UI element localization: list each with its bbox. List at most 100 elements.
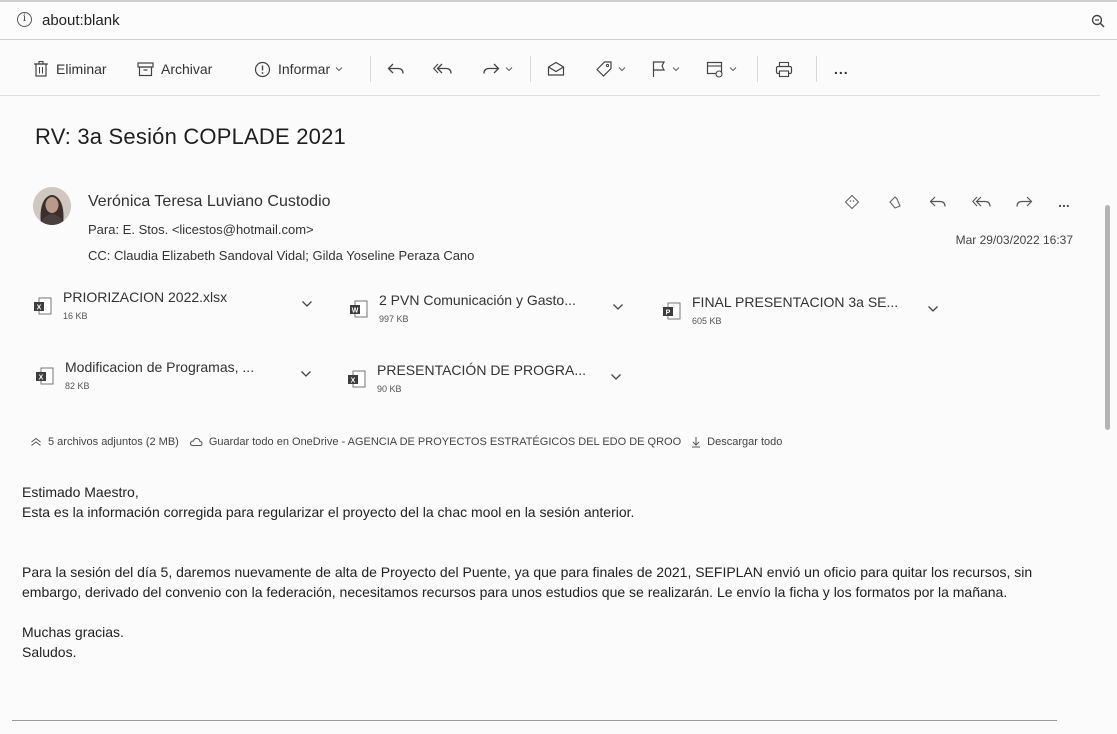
collapse-attachments-button[interactable]: 5 archivos adjuntos (2 MB) <box>30 436 179 448</box>
chevron-down-icon <box>505 67 513 72</box>
sticker-icon <box>844 194 860 210</box>
forward-icon <box>1016 196 1033 207</box>
download-icon <box>692 437 701 448</box>
toolbar-separator <box>816 56 817 82</box>
reply-all-button[interactable] <box>970 190 994 214</box>
body-paragraph: Para la sesión del día 5, daremos nuevam… <box>22 564 1033 600</box>
archive-label: Archivar <box>161 61 213 77</box>
reply-icon <box>929 196 946 207</box>
rules-button[interactable] <box>706 56 738 82</box>
zoom-icon[interactable] <box>1091 14 1105 28</box>
flag-button[interactable] <box>651 56 681 82</box>
svg-text:P: P <box>666 310 671 317</box>
attachment-name: PRESENTACIÓN DE PROGRA... <box>377 362 586 378</box>
flag-icon <box>652 61 665 77</box>
info-icon[interactable]: i <box>17 12 32 27</box>
envelope-open-icon <box>547 61 565 76</box>
svg-text:W: W <box>352 308 359 315</box>
like-button[interactable] <box>884 190 908 214</box>
toolbar-separator <box>530 56 531 82</box>
trash-icon <box>34 60 48 77</box>
save-to-onedrive-button[interactable]: Guardar todo en OneDrive - AGENCIA DE PR… <box>189 436 681 448</box>
printer-icon <box>775 61 793 77</box>
attachments-count: 5 archivos adjuntos (2 MB) <box>48 436 179 448</box>
word-file-icon: W <box>350 300 368 318</box>
toolbar-separator <box>370 56 371 82</box>
report-label: Informar <box>278 61 331 77</box>
sent-date: Mar 29/03/2022 16:37 <box>955 233 1073 247</box>
scrollbar-thumb[interactable] <box>1105 205 1110 430</box>
mark-read-button[interactable] <box>547 56 565 82</box>
svg-text:X: X <box>39 375 44 382</box>
tag-icon <box>596 61 612 77</box>
chevron-down-icon[interactable] <box>610 372 622 382</box>
attachment-item[interactable]: W 2 PVN Comunicación y Gasto... 997 KB <box>349 292 644 338</box>
attachment-name: PRIORIZACION 2022.xlsx <box>63 289 228 305</box>
attachment-size: 997 KB <box>379 314 409 324</box>
archive-icon <box>137 62 154 77</box>
body-spacer <box>22 602 1072 622</box>
chevron-up-icon <box>31 437 41 446</box>
download-all-button[interactable]: Descargar todo <box>691 436 782 448</box>
sender-name[interactable]: Verónica Teresa Luviano Custodio <box>88 193 331 211</box>
svg-text:X: X <box>351 378 356 385</box>
forward-button[interactable] <box>1012 190 1036 214</box>
attachment-item[interactable]: X Modificacion de Programas, ... 82 KB <box>35 359 320 405</box>
chevron-down-icon[interactable] <box>612 302 624 312</box>
body-closing: Saludos. <box>22 644 77 660</box>
url-text[interactable]: about:blank <box>42 12 120 29</box>
chevron-down-icon[interactable] <box>301 299 313 309</box>
excel-file-icon: X <box>348 370 366 388</box>
immersive-reader-button[interactable] <box>840 190 864 214</box>
avatar[interactable] <box>33 187 71 225</box>
forward-button[interactable] <box>482 56 514 82</box>
reply-all-button[interactable] <box>433 56 453 82</box>
more-actions-button[interactable]: ... <box>834 56 849 82</box>
message-toolbar: Eliminar Archivar Informar ... <box>0 44 1100 96</box>
attachment-item[interactable]: X PRIORIZACION 2022.xlsx 16 KB <box>33 289 328 335</box>
archive-button[interactable]: Archivar <box>137 56 212 82</box>
powerpoint-file-icon: P <box>663 302 681 320</box>
chevron-down-icon <box>335 67 343 72</box>
attachment-item[interactable]: X PRESENTACIÓN DE PROGRA... 90 KB <box>347 362 637 408</box>
attachment-size: 16 KB <box>63 311 88 321</box>
report-button[interactable]: Informar <box>254 56 344 82</box>
attachments-summary: 5 archivos adjuntos (2 MB) Guardar todo … <box>30 436 792 448</box>
svg-text:X: X <box>37 305 42 312</box>
print-button[interactable] <box>775 56 793 82</box>
thumbs-up-icon <box>889 196 901 209</box>
body-spacer <box>22 522 1072 562</box>
chevron-down-icon[interactable] <box>927 304 939 314</box>
excel-file-icon: X <box>34 297 52 315</box>
reply-button[interactable] <box>387 56 405 82</box>
attachment-size: 605 KB <box>692 316 722 326</box>
save-to-onedrive-label: Guardar todo en OneDrive - AGENCIA DE PR… <box>208 436 682 448</box>
attachment-size: 90 KB <box>377 384 402 394</box>
more-options-button[interactable]: ... <box>1052 190 1076 214</box>
chevron-down-icon <box>729 67 737 72</box>
recipient-cc[interactable]: CC: Claudia Elizabeth Sandoval Vidal; Gi… <box>88 248 474 263</box>
attachment-name: Modificacion de Programas, ... <box>65 359 255 375</box>
recipient-to[interactable]: Para: E. Stos. <licestos@hotmail.com> <box>88 222 314 237</box>
reply-icon <box>387 63 404 74</box>
rules-icon <box>706 61 723 78</box>
delete-label: Eliminar <box>56 61 107 77</box>
email-body: Estimado Maestro, Esta es la información… <box>22 482 1072 662</box>
reply-button[interactable] <box>926 190 950 214</box>
categorize-button[interactable] <box>595 56 627 82</box>
toolbar-separator <box>757 56 758 82</box>
chevron-down-icon[interactable] <box>300 369 312 379</box>
chevron-down-icon <box>618 67 626 72</box>
delete-button[interactable]: Eliminar <box>33 56 107 82</box>
reply-all-icon <box>972 196 991 207</box>
body-closing: Muchas gracias. <box>22 624 124 640</box>
attachment-size: 82 KB <box>65 381 90 391</box>
report-icon <box>254 61 271 77</box>
email-subject: RV: 3a Sesión COPLADE 2021 <box>35 124 346 149</box>
download-all-label: Descargar todo <box>707 436 783 448</box>
address-bar: i about:blank <box>0 0 1117 40</box>
chevron-down-icon <box>672 67 680 72</box>
divider <box>12 720 1057 721</box>
attachment-item[interactable]: P FINAL PRESENTACION 3a SE... 605 KB <box>662 294 952 340</box>
cloud-icon <box>189 437 203 446</box>
